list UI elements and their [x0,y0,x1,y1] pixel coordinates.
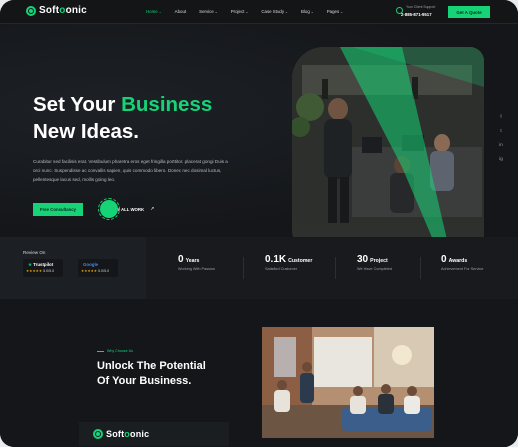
play-circle-icon [98,198,120,220]
chevron-down-icon: ⌄ [310,10,314,14]
divider [420,257,421,279]
support-phone[interactable]: 2-885-871-9517 [401,12,432,17]
hero-description: Curabitur sed facilisis erat. Vestibulum… [33,159,228,182]
footer-logo[interactable]: Softoonic [79,422,229,446]
why-choose-us-section: Why Choose Us Unlock The Potential Of Yo… [0,299,518,447]
trustpilot-logo: ★ Trustpilot [28,262,54,267]
nav-item-pages[interactable]: Pages⌄ [327,9,343,14]
nav-item-home[interactable]: Home⌄ [146,9,162,14]
review-panel: Review On ★ Trustpilot ★★★★★ 5.0/5.0 Goo… [0,237,146,299]
rating-stars: ★★★★★ 5.0/5.0 [26,269,55,273]
nav-item-blog[interactable]: Blog⌄ [301,9,314,14]
logo-icon [93,429,103,439]
nav-item-case-study[interactable]: Case Study⌄ [261,9,288,14]
site-logo[interactable]: Softoonic [26,5,87,16]
logo-text: Softoonic [39,5,87,16]
review-title: Review On [23,250,46,255]
logo-icon [26,5,36,16]
hero-title: Set Your Business New Ideas. [33,93,213,143]
hero-section: Set Your Business New Ideas. Curabitur s… [0,24,518,261]
stats-bar: Review On ★ Trustpilot ★★★★★ 5.0/5.0 Goo… [0,237,518,299]
view-all-work-button[interactable]: VIEW ALL WORK ↗ [98,198,155,220]
chevron-down-icon: ⌄ [214,10,218,14]
hero-office-image [292,47,484,261]
chevron-down-icon: ⌄ [158,10,162,14]
twitter-icon[interactable]: t [498,128,504,133]
support-label: Your Client Support [406,5,436,9]
stat-projects: 30 Project We Have Completed [357,254,392,271]
free-consultancy-button[interactable]: Free Consultancy [33,203,83,216]
chevron-down-icon: ⌄ [285,10,288,14]
linkedin-icon[interactable]: in [498,142,504,147]
stat-awards: 0 Awards Achievement For Service [441,254,484,271]
section-title: Unlock The Potential Of Your Business. [97,360,206,388]
trustpilot-rating[interactable]: ★ Trustpilot ★★★★★ 5.0/5.0 [23,259,63,277]
get-quote-button[interactable]: Get A Quote [448,6,490,18]
team-meeting-image [262,327,434,438]
logo-text: Softoonic [106,429,150,439]
nav-item-project[interactable]: Project⌄ [231,9,249,14]
divider [335,257,336,279]
main-nav: Home⌄ About Service⌄ Project⌄ Case Study… [146,9,356,14]
arrow-up-right-icon: ↗ [150,206,155,212]
site-header: Softoonic Home⌄ About Service⌄ Project⌄ … [0,0,518,24]
facebook-icon[interactable]: f [498,114,504,119]
stat-years: 0 Years Working With Passion [178,254,216,271]
nav-item-about[interactable]: About [175,9,186,14]
google-rating[interactable]: Google ★★★★★ 5.0/5.0 [78,259,118,277]
nav-item-service[interactable]: Service⌄ [199,9,218,14]
google-logo: Google [83,262,99,267]
chevron-down-icon: ⌄ [245,10,249,14]
section-eyebrow: Why Choose Us [97,349,133,353]
instagram-icon[interactable]: ig [498,156,504,161]
page-frame: Softoonic Home⌄ About Service⌄ Project⌄ … [0,0,518,447]
stat-customers: 0.1K Customer Satisfied Customer [265,254,313,271]
divider [243,257,244,279]
rating-stars: ★★★★★ 5.0/5.0 [81,269,110,273]
social-links: f t in ig [498,114,504,161]
chevron-down-icon: ⌄ [340,10,344,14]
